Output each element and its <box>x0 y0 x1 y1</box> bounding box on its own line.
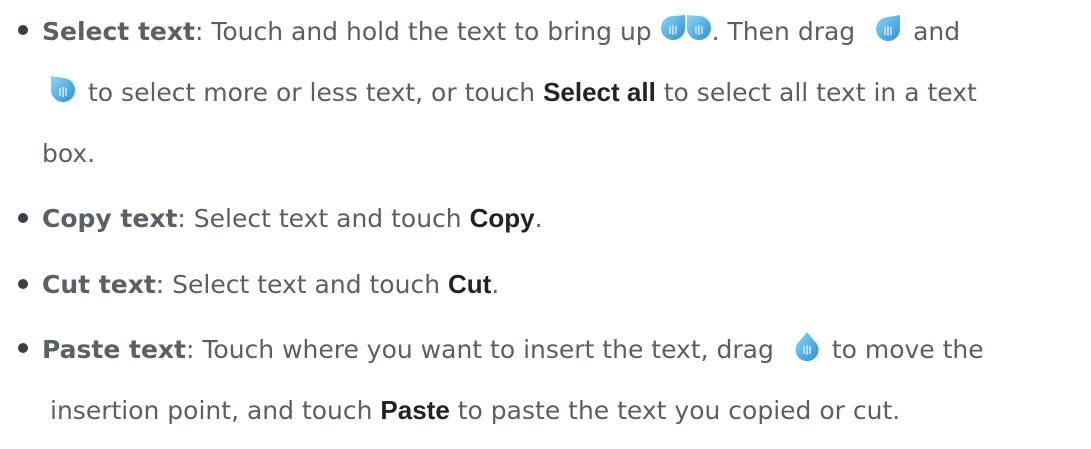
bullet <box>18 279 28 289</box>
term-copy-text: Copy text <box>42 204 178 233</box>
copy-text-desc-a: : Select text and touch <box>177 204 470 233</box>
bullet <box>18 343 28 353</box>
copy-label: Copy <box>469 203 535 233</box>
select-text-desc-a: : Touch and hold the text to bring up <box>194 17 660 46</box>
right-selection-handle-icon <box>48 74 78 104</box>
select-text-desc-c: and <box>913 17 961 46</box>
left-selection-handle-icon <box>873 13 903 43</box>
paste-text-desc-d: to paste the text you copied or cut. <box>449 396 901 425</box>
paste-text-desc-c: insertion point, and touch <box>50 396 381 425</box>
select-text-desc-f: box. <box>42 139 96 168</box>
select-text-desc-b: . Then drag <box>711 17 864 46</box>
paste-label: Paste <box>380 395 450 425</box>
select-text-desc-e: to select all text in a text <box>655 78 977 107</box>
select-all-label: Select all <box>543 77 656 107</box>
paste-text-desc-b: to move the <box>831 335 984 364</box>
paste-text-line-2: insertion point, and touch Paste to past… <box>50 393 900 427</box>
cut-text-desc-a: : Select text and touch <box>155 270 448 299</box>
select-text-line-3: box. <box>42 137 95 171</box>
cut-text-line: Cut text: Select text and touch Cut. <box>42 267 499 301</box>
cut-text-desc-b: . <box>491 270 500 299</box>
bullet <box>18 25 28 35</box>
select-text-desc-d: to select more or less text, or touch <box>88 78 544 107</box>
copy-text-line: Copy text: Select text and touch Copy. <box>42 201 543 235</box>
paste-text-desc-a: : Touch where you want to insert the tex… <box>186 335 782 364</box>
bullet <box>18 213 28 223</box>
cut-label: Cut <box>447 269 492 299</box>
term-select-text: Select text <box>42 17 195 46</box>
term-paste-text: Paste text <box>42 335 186 364</box>
paste-text-line-1: Paste text: Touch where you want to inse… <box>42 331 984 365</box>
insertion-handle-icon <box>792 331 822 361</box>
select-text-line-1: Select text: Touch and hold the text to … <box>42 13 960 47</box>
select-text-line-2: to select more or less text, or touch Se… <box>42 74 977 108</box>
term-cut-text: Cut text <box>42 270 156 299</box>
selection-handles-pair-icon <box>660 13 712 43</box>
copy-text-desc-b: . <box>534 204 543 233</box>
